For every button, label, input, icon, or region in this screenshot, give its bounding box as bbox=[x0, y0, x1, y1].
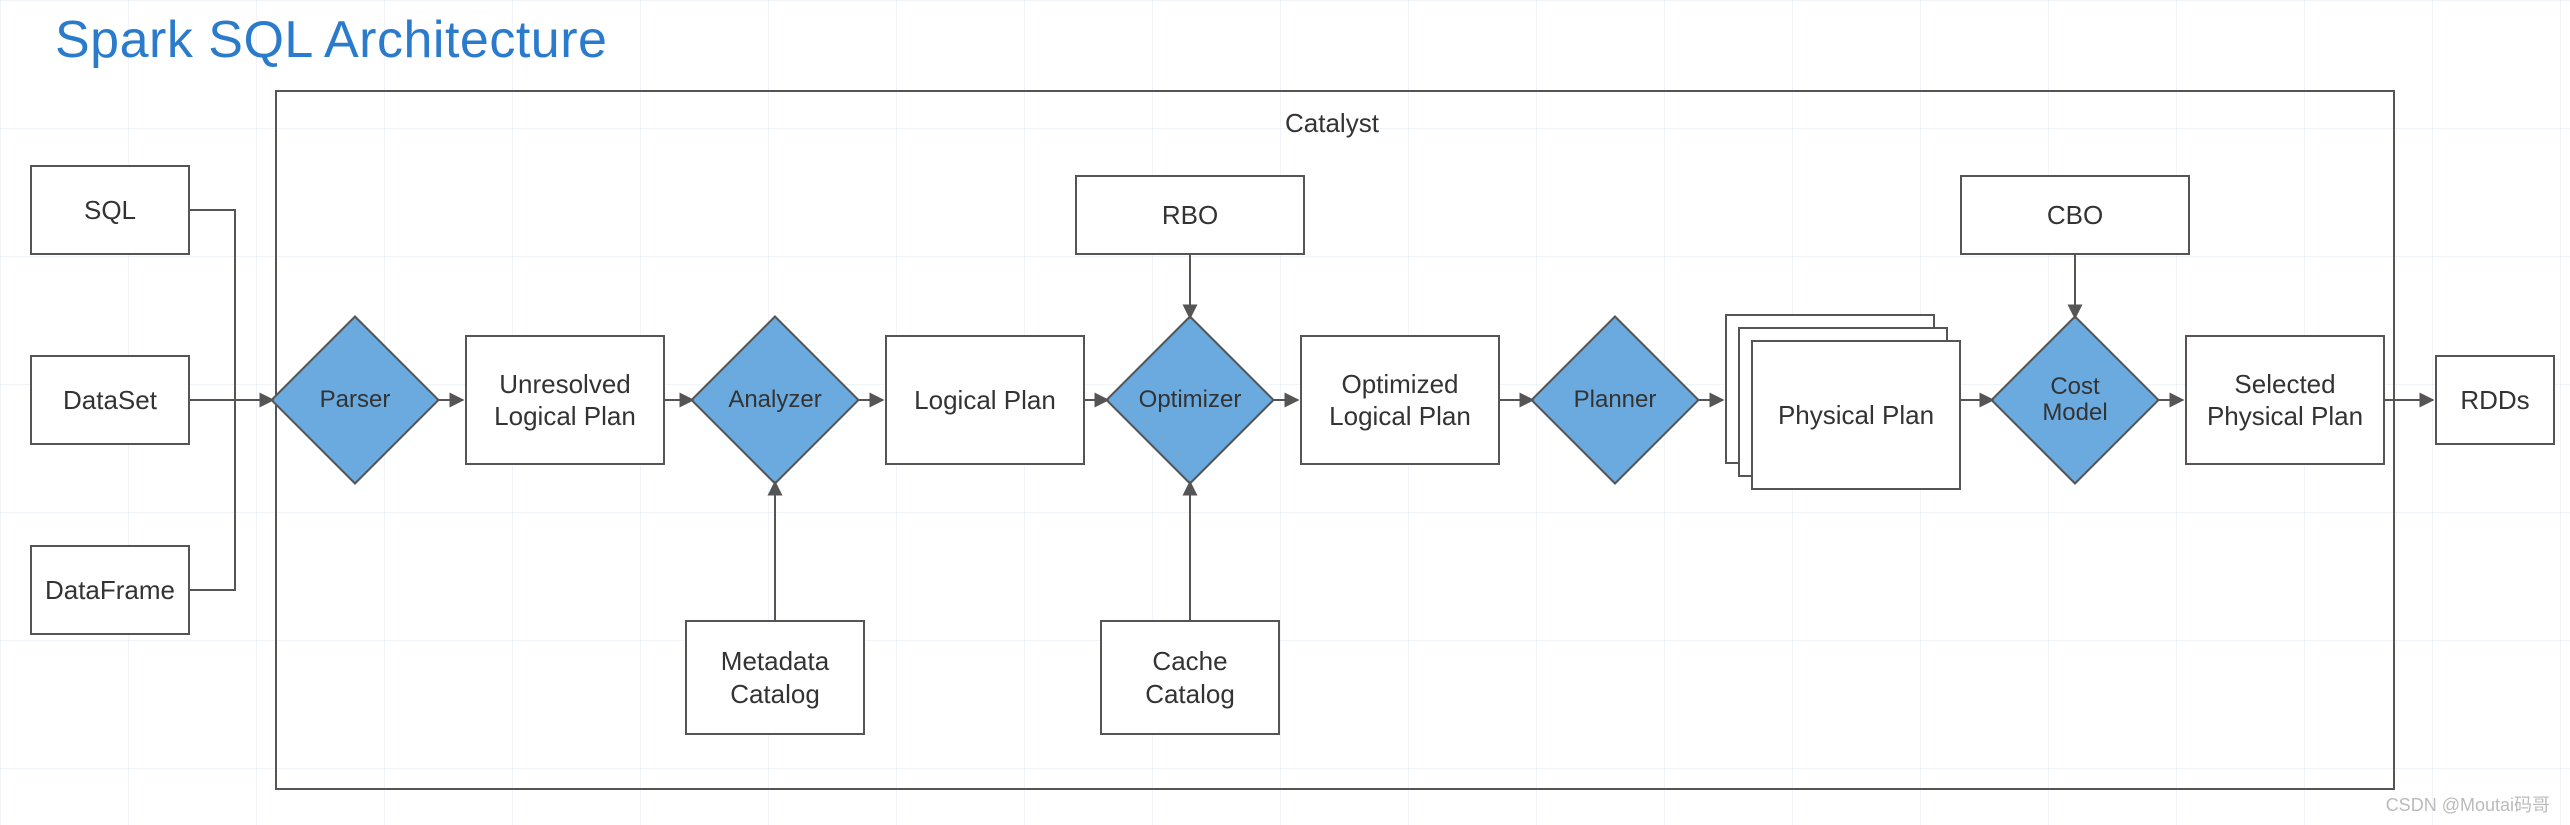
connectors bbox=[0, 0, 2570, 825]
watermark: CSDN @Moutai码哥 bbox=[2386, 791, 2550, 817]
